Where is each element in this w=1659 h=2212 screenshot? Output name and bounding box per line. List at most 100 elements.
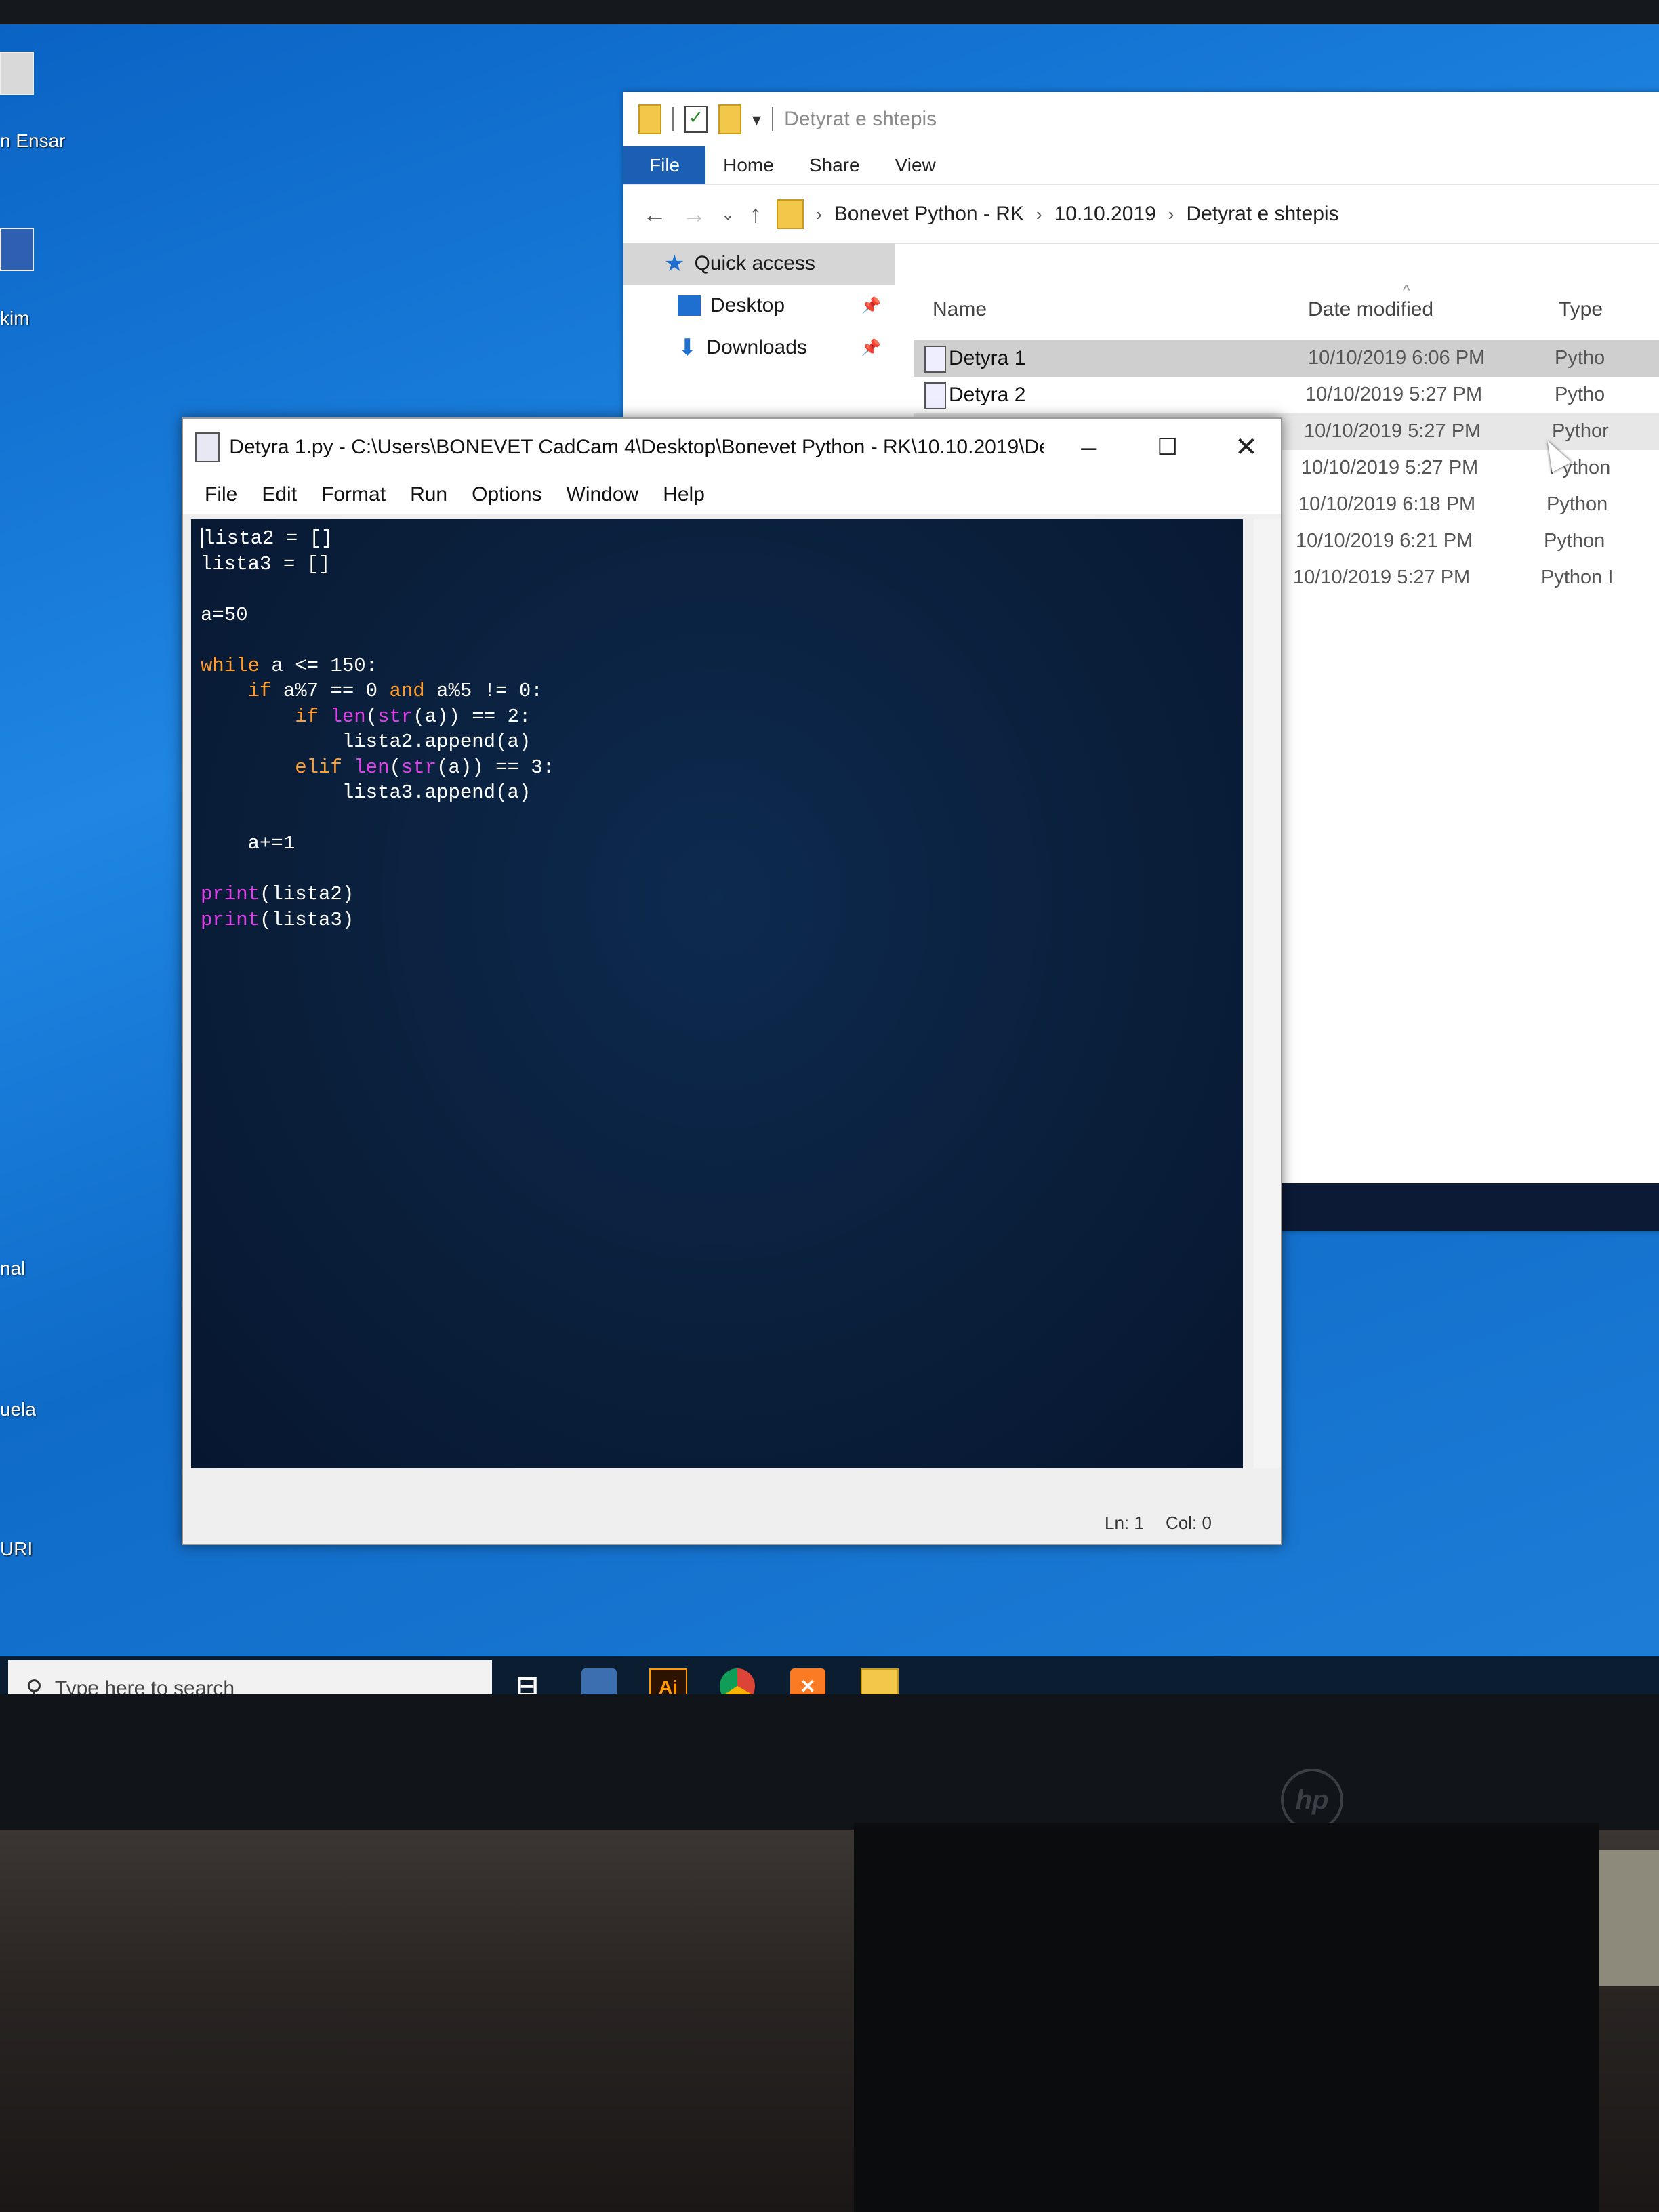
properties-icon[interactable] [684, 106, 708, 133]
nav-item-downloads[interactable]: ⬇ Downloads 📌 [623, 327, 895, 369]
maximize-button[interactable]: ☐ [1132, 419, 1202, 476]
user-folder-icon [0, 52, 34, 95]
idle-editor-window[interactable]: Detyra 1.py - C:\Users\BONEVET CadCam 4\… [182, 417, 1282, 1545]
tab-home[interactable]: Home [705, 146, 792, 184]
code-text[interactable]: lista2 = [] lista3 = [] a=50 while a <= 1… [191, 519, 1243, 939]
forward-arrow-icon[interactable]: → [682, 200, 706, 228]
desktop-icon-word[interactable] [0, 228, 68, 271]
file-row[interactable]: Detyra 2 10/10/2019 5:27 PM Pytho [914, 377, 1659, 413]
code-line[interactable]: if a%7 == 0 and a%5 != 0: [201, 678, 1233, 704]
recent-locations-icon[interactable]: ⌄ [721, 205, 735, 224]
file-type: Python I [1541, 567, 1614, 588]
file-date: 10/10/2019 6:06 PM [1308, 347, 1486, 369]
menu-help[interactable]: Help [651, 483, 717, 506]
column-type[interactable]: Type [1559, 298, 1603, 321]
code-line[interactable] [201, 806, 1233, 832]
tab-view[interactable]: View [878, 146, 954, 184]
python-file-icon [924, 346, 946, 373]
desktop-screen: n Ensar kim nal uela URI ▾ Detyrat e sht… [0, 24, 1659, 1759]
navigation-pane: ★ Quick access Desktop 📌 ⬇ Downloads 📌 [623, 243, 895, 369]
monitor-bezel [0, 1694, 1659, 1830]
column-date-modified[interactable]: Date modified [1308, 298, 1433, 321]
code-line[interactable]: a+=1 [201, 831, 1233, 857]
file-row[interactable]: Detyra 1 10/10/2019 6:06 PM Pytho [914, 340, 1659, 377]
desktop-folder-icon [678, 295, 701, 316]
menu-format[interactable]: Format [309, 483, 398, 506]
chevron-down-icon[interactable]: ▾ [752, 109, 761, 130]
nav-item-label: Desktop [710, 294, 785, 316]
menu-file[interactable]: File [192, 483, 249, 506]
separator [672, 107, 674, 131]
code-line[interactable]: while a <= 150: [201, 653, 1233, 679]
file-type: Python [1544, 530, 1605, 552]
menu-edit[interactable]: Edit [249, 483, 309, 506]
pin-icon[interactable]: 📌 [861, 296, 881, 316]
column-name[interactable]: Name [933, 298, 987, 321]
desk-object [1599, 1850, 1659, 1986]
code-line[interactable]: lista2 = [] [201, 526, 1233, 552]
folder-icon [777, 199, 804, 229]
up-arrow-icon[interactable]: ↑ [750, 200, 762, 228]
breadcrumb-item[interactable]: Bonevet Python - RK [834, 203, 1024, 226]
breadcrumb[interactable]: › Bonevet Python - RK › 10.10.2019 › Det… [777, 199, 1339, 229]
file-date: 10/10/2019 5:27 PM [1301, 457, 1479, 478]
code-line[interactable]: lista3 = [] [201, 552, 1233, 577]
hp-logo: hp [1281, 1769, 1343, 1831]
pin-icon[interactable]: 📌 [861, 338, 881, 358]
nav-item-label: Downloads [706, 336, 807, 359]
minimize-button[interactable]: – [1054, 419, 1123, 476]
file-date: 10/10/2019 6:18 PM [1298, 493, 1476, 515]
code-line[interactable]: if len(str(a)) == 2: [201, 704, 1233, 730]
back-arrow-icon[interactable]: ← [642, 200, 667, 228]
idle-titlebar[interactable]: Detyra 1.py - C:\Users\BONEVET CadCam 4\… [183, 419, 1281, 476]
code-editor[interactable]: lista2 = [] lista3 = [] a=50 while a <= 1… [191, 519, 1243, 1468]
file-type: Python [1547, 493, 1608, 515]
code-line[interactable]: lista2.append(a) [201, 729, 1233, 755]
explorer-titlebar[interactable]: ▾ Detyrat e shtepis [623, 92, 1659, 146]
file-date: 10/10/2019 5:27 PM [1305, 384, 1483, 405]
tab-share[interactable]: Share [792, 146, 878, 184]
sort-up-icon: ^ [1403, 282, 1410, 299]
line-indicator: Ln: 1 [1105, 1513, 1144, 1533]
code-line[interactable]: lista3.append(a) [201, 780, 1233, 806]
window-title: Detyrat e shtepis [784, 108, 937, 130]
monitor-stand [854, 1823, 1599, 2212]
ribbon-tabs: File Home Share View [623, 146, 1659, 185]
code-line[interactable] [201, 628, 1233, 653]
menu-window[interactable]: Window [554, 483, 651, 506]
menu-run[interactable]: Run [398, 483, 459, 506]
code-line[interactable] [201, 857, 1233, 882]
code-line[interactable]: a=50 [201, 602, 1233, 628]
desktop-icon-label: kim [0, 308, 30, 329]
close-button[interactable]: ✕ [1212, 419, 1281, 476]
window-title: Detyra 1.py - C:\Users\BONEVET CadCam 4\… [229, 436, 1045, 458]
file-date: 10/10/2019 6:21 PM [1296, 530, 1473, 552]
separator [772, 107, 774, 131]
nav-item-desktop[interactable]: Desktop 📌 [623, 285, 895, 327]
tab-file[interactable]: File [623, 146, 706, 184]
file-date: 10/10/2019 5:27 PM [1293, 567, 1471, 588]
star-icon: ★ [664, 251, 685, 276]
breadcrumb-item[interactable]: Detyrat e shtepis [1186, 203, 1338, 226]
python-file-icon [924, 382, 946, 409]
code-line[interactable]: print(lista2) [201, 882, 1233, 907]
code-line[interactable]: print(lista3) [201, 907, 1233, 933]
desktop-icon-user[interactable] [0, 52, 68, 95]
nav-item-quick-access[interactable]: ★ Quick access [623, 243, 895, 285]
file-type: Pythor [1552, 420, 1609, 442]
status-bar: Ln: 1 Col: 0 [183, 1503, 1281, 1544]
breadcrumb-item[interactable]: 10.10.2019 [1054, 203, 1156, 226]
code-line[interactable]: elif len(str(a)) == 3: [201, 755, 1233, 781]
brand-text: hp [1295, 1784, 1329, 1815]
chevron-right-icon[interactable]: › [1036, 204, 1042, 225]
code-line[interactable] [201, 577, 1233, 602]
vertical-scrollbar[interactable] [1254, 519, 1281, 1468]
menu-options[interactable]: Options [459, 483, 554, 506]
file-date: 10/10/2019 5:27 PM [1304, 420, 1481, 442]
chevron-right-icon[interactable]: › [1168, 204, 1174, 225]
column-indicator: Col: 0 [1166, 1513, 1212, 1533]
desktop-icon-label: nal [0, 1258, 26, 1279]
new-folder-icon[interactable] [718, 104, 741, 134]
chevron-right-icon[interactable]: › [816, 204, 822, 225]
python-file-icon [195, 432, 220, 462]
